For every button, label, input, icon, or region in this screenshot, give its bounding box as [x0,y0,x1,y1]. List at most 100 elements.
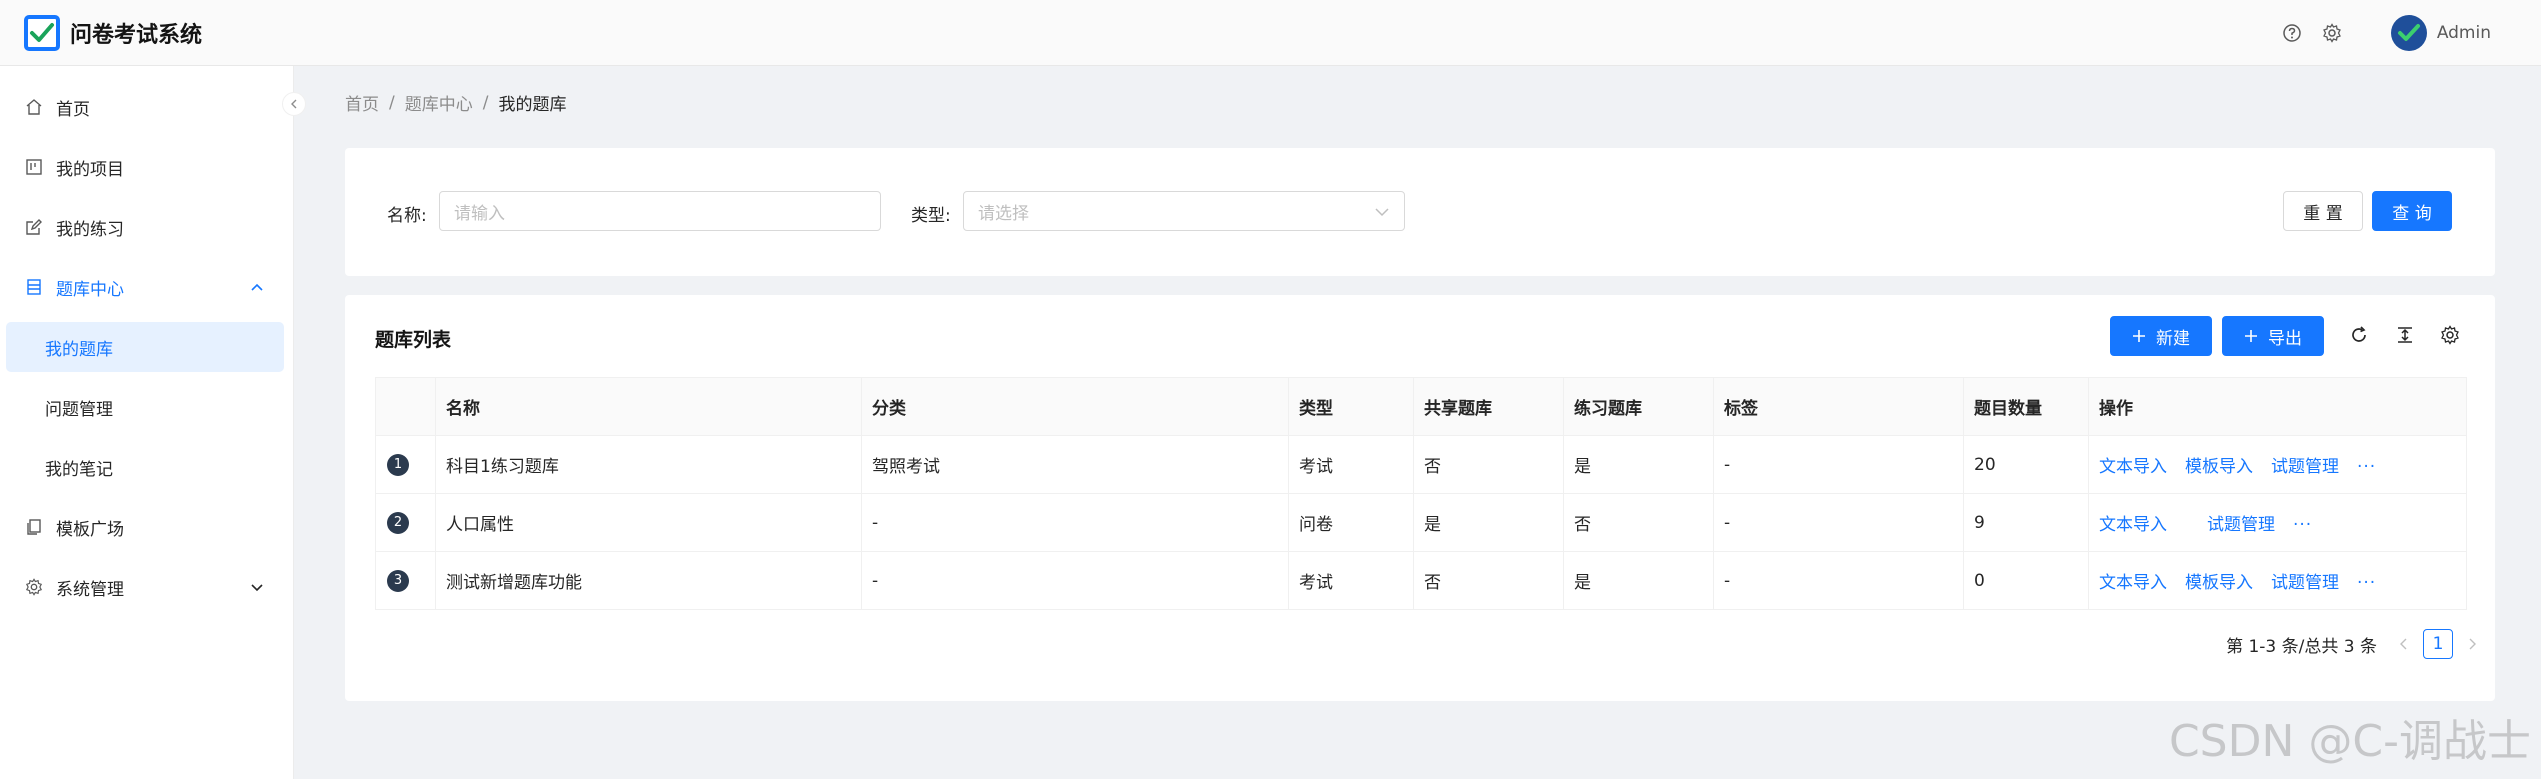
table-row: 2 人口属性 - 问卷 是 否 - 9 文本导入 试题管理 ··· [375,493,2467,552]
type-select[interactable]: 请选择 [963,191,1405,231]
breadcrumb: 首页 / 题库中心 / 我的题库 [345,90,567,116]
prev-page-icon[interactable] [2391,631,2417,657]
chevron-down-icon [250,580,264,594]
row-index-badge: 2 [387,511,409,534]
table-title: 题库列表 [375,329,452,351]
edit-icon [24,217,44,237]
project-icon [24,157,44,177]
app-title: 问卷考试系统 [70,22,203,48]
text-import-link[interactable]: 文本导入 [2099,457,2167,477]
sidebar-item-home[interactable]: 首页 [0,82,294,132]
cell-name: 科目1练习题库 [435,435,862,494]
copy-icon [24,517,44,537]
sidebar-item-my-question-bank[interactable]: 我的题库 [6,322,284,372]
question-manage-link[interactable]: 试题管理 [2271,457,2339,477]
column-header-shared: 共享题库 [1413,377,1564,436]
column-header-actions: 操作 [2088,377,2467,436]
sidebar-item-projects[interactable]: 我的项目 [0,142,294,192]
cell-practice: 是 [1563,435,1714,494]
database-icon [24,277,44,297]
avatar [2390,15,2427,51]
reset-button[interactable]: 重 置 [2283,191,2363,231]
column-header-type: 类型 [1288,377,1414,436]
sidebar-item-question-management[interactable]: 问题管理 [0,382,294,432]
cell-name: 人口属性 [435,493,862,552]
page-number-current[interactable]: 1 [2423,629,2453,659]
column-header-tag: 标签 [1713,377,1964,436]
cell-shared: 否 [1413,435,1564,494]
cell-category: - [861,493,1289,552]
more-actions-icon[interactable]: ··· [2293,515,2312,535]
cell-actions: 文本导入 试题管理 ··· [2088,493,2467,552]
cell-shared: 否 [1413,551,1564,610]
sidebar-item-question-bank-center[interactable]: 题库中心 [0,262,294,312]
sidebar: 首页 我的项目 我的练习 题库中心 我的题库 问题管理 我的笔记 模板广场 系统… [0,66,294,779]
chevron-down-icon [1375,208,1389,217]
cell-count: 0 [1963,551,2089,610]
name-input[interactable]: 请输入 [439,191,881,231]
question-bank-table-card: 题库列表 新建 导出 名称 分类 类型 共享题库 练习题库 标签 题目数量 操作… [345,295,2495,701]
cell-type: 考试 [1288,551,1414,610]
column-header-index [375,377,436,436]
cell-type: 考试 [1288,435,1414,494]
name-label: 名称: [387,206,427,226]
sidebar-collapse-button[interactable] [282,92,306,116]
reload-icon[interactable] [2347,323,2371,347]
cell-name: 测试新增题库功能 [435,551,862,610]
cell-shared: 是 [1413,493,1564,552]
cell-actions: 文本导入 模板导入 试题管理 ··· [2088,551,2467,610]
column-header-practice: 练习题库 [1563,377,1714,436]
plus-icon [2245,330,2257,342]
question-manage-link[interactable]: 试题管理 [2207,515,2275,535]
table-header-row: 名称 分类 类型 共享题库 练习题库 标签 题目数量 操作 [375,377,2467,436]
sidebar-item-template-square[interactable]: 模板广场 [0,502,294,552]
home-icon [24,97,44,117]
more-actions-icon[interactable]: ··· [2357,457,2376,477]
more-actions-icon[interactable]: ··· [2357,573,2376,593]
breadcrumb-question-bank-center[interactable]: 题库中心 [405,90,473,115]
table-settings-icon[interactable] [2438,323,2462,347]
table-row: 3 测试新增题库功能 - 考试 否 是 - 0 文本导入 模板导入 试题管理 ··· [375,551,2467,610]
sidebar-item-practice[interactable]: 我的练习 [0,202,294,252]
top-header: 问卷考试系统 Admin [0,0,2541,66]
question-manage-link[interactable]: 试题管理 [2271,573,2339,593]
check-logo-icon [24,14,60,51]
cell-category: 驾照考试 [861,435,1289,494]
cell-practice: 否 [1563,493,1714,552]
gear-icon [24,577,44,597]
cell-actions: 文本导入 模板导入 试题管理 ··· [2088,435,2467,494]
plus-icon [2133,330,2145,342]
row-index-badge: 3 [387,569,409,592]
breadcrumb-home[interactable]: 首页 [345,90,379,115]
row-index-badge: 1 [387,453,409,476]
column-height-icon[interactable] [2393,323,2417,347]
user-menu[interactable]: Admin [2390,15,2491,51]
settings-icon[interactable] [2321,22,2343,44]
next-page-icon[interactable] [2459,631,2485,657]
cell-tag: - [1713,435,1964,494]
text-import-link[interactable]: 文本导入 [2099,573,2167,593]
query-button[interactable]: 查 询 [2372,191,2452,231]
help-icon[interactable] [2281,22,2303,44]
type-label: 类型: [911,206,951,226]
table-row: 1 科目1练习题库 驾照考试 考试 否 是 - 20 文本导入 模板导入 试题管理 ·… [375,435,2467,494]
cell-category: - [861,551,1289,610]
breadcrumb-current: 我的题库 [498,95,567,115]
sidebar-item-system-management[interactable]: 系统管理 [0,562,294,612]
template-import-link[interactable]: 模板导入 [2185,573,2253,593]
pagination-summary: 第 1-3 条/总共 3 条 [2226,636,2377,657]
search-form: 名称: 请输入 类型: 请选择 重 置 查 询 [345,148,2495,276]
cell-count: 20 [1963,435,2089,494]
new-button[interactable]: 新建 [2110,316,2212,356]
cell-type: 问卷 [1288,493,1414,552]
export-button[interactable]: 导出 [2222,316,2324,356]
text-import-link[interactable]: 文本导入 [2099,515,2167,535]
chevron-left-icon [291,99,297,109]
sidebar-item-my-notes[interactable]: 我的笔记 [0,442,294,492]
cell-tag: - [1713,551,1964,610]
column-header-name: 名称 [435,377,862,436]
template-import-link[interactable]: 模板导入 [2185,457,2253,477]
cell-tag: - [1713,493,1964,552]
question-bank-table: 名称 分类 类型 共享题库 练习题库 标签 题目数量 操作 1 科目1练习题库 … [375,377,2467,610]
brand[interactable]: 问卷考试系统 [24,14,203,51]
